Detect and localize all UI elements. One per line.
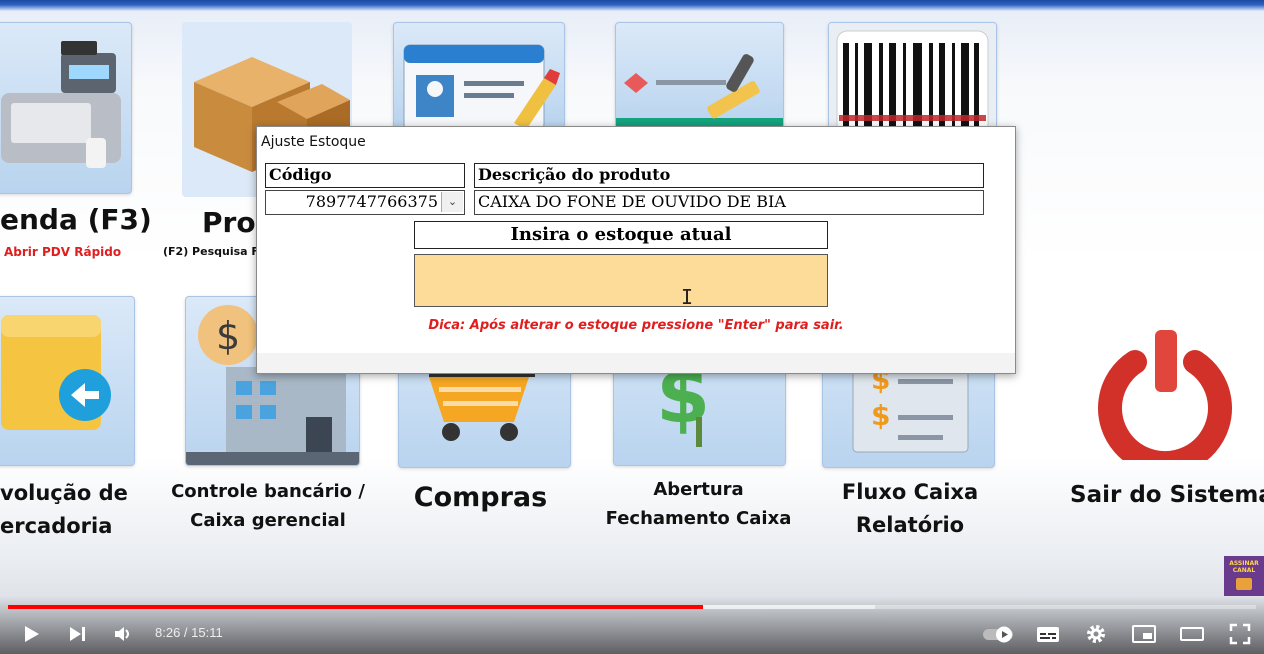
fornecedores-tile[interactable]	[615, 22, 784, 129]
controle-label-line1: Controle bancário /	[171, 481, 365, 502]
abertura-label-line2: Fechamento Caixa	[605, 508, 792, 529]
codigo-header: Código	[265, 163, 465, 188]
abertura-label-line1: Abertura	[653, 479, 744, 500]
id-card-icon	[403, 44, 560, 128]
next-button[interactable]	[63, 620, 91, 648]
fullscreen-icon	[1229, 623, 1251, 645]
venda-label: enda (F3)	[0, 203, 152, 236]
autoplay-toggle[interactable]	[982, 620, 1016, 648]
theater-mode-icon	[1180, 627, 1204, 641]
compras-label: Compras	[413, 482, 548, 513]
cash-register-icon	[1, 41, 121, 168]
descricao-field[interactable]: CAIXA DO FONE DE OUVIDO DE BIA	[474, 190, 984, 215]
play-icon	[25, 626, 39, 642]
miniplayer-button[interactable]	[1130, 620, 1158, 648]
settings-button[interactable]	[1082, 620, 1110, 648]
volume-button[interactable]	[109, 620, 137, 648]
codigo-combobox[interactable]: 7897747766375 ⌄	[265, 190, 465, 215]
theater-button[interactable]	[1178, 620, 1206, 648]
codigo-value: 7897747766375	[305, 192, 438, 211]
venda-sublabel: Abrir PDV Rápido	[4, 245, 122, 259]
chevron-down-icon[interactable]: ⌄	[441, 192, 463, 212]
barcode-tile[interactable]	[828, 22, 997, 129]
estoque-input[interactable]: I	[414, 254, 828, 309]
svg-text:$: $	[216, 314, 240, 358]
svg-text:$: $	[871, 399, 890, 432]
gear-icon	[1087, 625, 1105, 643]
subtitles-icon	[1037, 627, 1059, 642]
power-icon	[1098, 330, 1232, 460]
volume-icon	[115, 627, 129, 641]
progress-played	[8, 605, 704, 609]
devolucao-label-line1: volução de	[0, 481, 128, 505]
clientes-tile[interactable]	[393, 22, 565, 129]
fluxo-label-line1: Fluxo Caixa	[841, 480, 979, 504]
devolucao-label-line2: ercadoria	[0, 514, 113, 538]
ajuste-estoque-dialog: Ajuste Estoque Código Descrição do produ…	[256, 126, 1016, 374]
stamp-document-icon	[616, 54, 783, 128]
barcode-icon	[829, 23, 996, 128]
dialog-footer	[257, 353, 1015, 373]
venda-tile[interactable]	[0, 22, 132, 194]
play-badge-icon	[1236, 578, 1252, 590]
controle-label-line2: Caixa gerencial	[190, 510, 346, 531]
sair-tile[interactable]	[1085, 320, 1245, 460]
autoplay-toggle-icon	[983, 626, 1013, 643]
descricao-value: CAIXA DO FONE DE OUVIDO DE BIA	[478, 192, 786, 211]
play-button[interactable]	[17, 620, 45, 648]
estoque-header: Insira o estoque atual	[414, 221, 828, 249]
skip-next-icon	[70, 627, 85, 641]
return-box-icon	[1, 315, 111, 430]
sair-label: Sair do Sistema	[1070, 482, 1264, 508]
subscribe-badge[interactable]: ASSINAR CANAL	[1224, 556, 1264, 596]
progress-bar[interactable]	[8, 605, 1256, 609]
subscribe-badge-text: ASSINAR CANAL	[1229, 560, 1259, 574]
dialog-hint: Dica: Após alterar o estoque pressione "…	[428, 318, 844, 333]
fluxo-label-line2: Relatório	[855, 513, 965, 537]
fullscreen-button[interactable]	[1226, 620, 1254, 648]
devolucao-tile[interactable]	[0, 296, 135, 466]
subtitles-button[interactable]	[1034, 620, 1062, 648]
dialog-title: Ajuste Estoque	[261, 134, 366, 150]
text-cursor-icon: I	[681, 285, 694, 309]
produtos-sublabel: (F2) Pesquisa F	[163, 245, 259, 258]
descricao-header: Descrição do produto	[474, 163, 984, 188]
miniplayer-icon	[1132, 625, 1156, 643]
time-display: 8:26 / 15:11	[155, 625, 223, 640]
